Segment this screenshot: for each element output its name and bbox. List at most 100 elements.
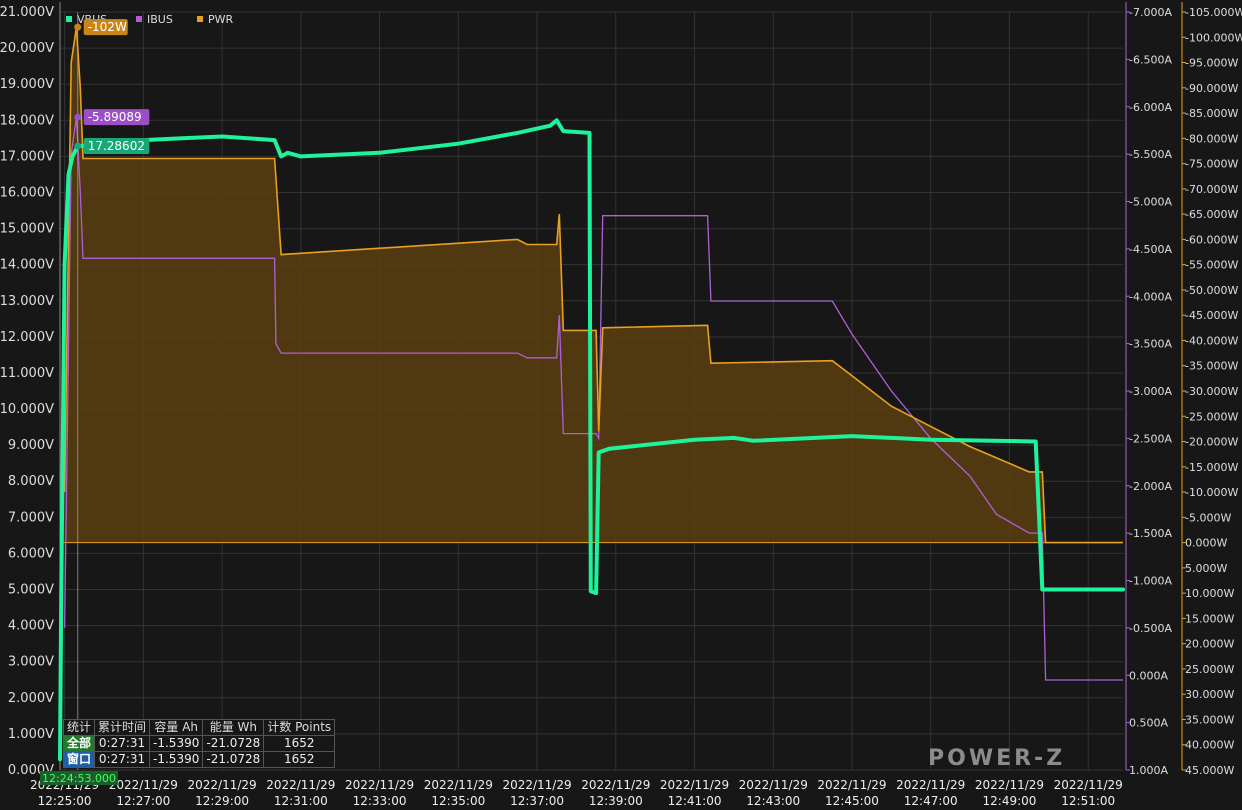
pwr-tick-label: 40.000W xyxy=(1185,739,1234,752)
pwr-tick-label: 5.000W xyxy=(1185,562,1227,575)
vbus-tick-label: 20.000V xyxy=(0,41,54,56)
vbus-tick-label: 3.000V xyxy=(8,655,54,670)
pwr-tick-label: 25.000W xyxy=(1185,663,1234,676)
vbus-marker-value: 17.28602 xyxy=(88,139,145,153)
legend-label: PWR xyxy=(208,13,234,26)
stats-cell: -21.0728 xyxy=(202,735,265,752)
x-tick-date: 2022/11/29 xyxy=(502,778,571,792)
pwr-tick-label: 30.000W xyxy=(1185,688,1234,701)
vbus-tick-label: 5.000V xyxy=(8,583,54,598)
vbus-tick-label: 13.000V xyxy=(0,294,54,309)
vbus-tick-label: 12.000V xyxy=(0,330,54,345)
pwr-tick-label: 10.000W xyxy=(1185,587,1234,600)
vbus-tick-label: 11.000V xyxy=(0,366,54,381)
x-tick-time: 12:51:00 xyxy=(1061,794,1115,808)
x-tick-date: 2022/11/29 xyxy=(424,778,493,792)
pwr-tick-label: -20.000W xyxy=(1185,436,1238,449)
pwr-tick-label: -60.000W xyxy=(1185,233,1238,246)
pwr-tick-label: -40.000W xyxy=(1185,334,1238,347)
x-tick-date: 2022/11/29 xyxy=(345,778,414,792)
ibus-tick-label: -5.000A xyxy=(1129,196,1172,209)
x-tick-time: 12:35:00 xyxy=(431,794,485,808)
ibus-tick-label: -6.000A xyxy=(1129,101,1172,114)
stats-row-all: 全部 0:27:31 -1.5390 -21.0728 1652 xyxy=(62,735,336,752)
x-tick-time: 12:41:00 xyxy=(668,794,722,808)
stats-cell: 0:27:31 xyxy=(94,735,151,752)
power-z-logo: POWER-Z xyxy=(928,746,1066,771)
cursor-time-label: 12:24:53.000 xyxy=(42,772,116,785)
pwr-tick-label: -25.000W xyxy=(1185,410,1238,423)
x-tick-date: 2022/11/29 xyxy=(1054,778,1123,792)
stats-header-cell: 统计 xyxy=(62,719,96,736)
legend-swatch xyxy=(136,16,142,22)
stats-header-cell: 能量 Wh xyxy=(202,719,265,736)
x-tick-time: 12:31:00 xyxy=(274,794,328,808)
x-tick-date: 2022/11/29 xyxy=(660,778,729,792)
power-chart[interactable]: 0.000V1.000V2.000V3.000V4.000V5.000V6.00… xyxy=(0,0,1242,810)
x-tick-date: 2022/11/29 xyxy=(187,778,256,792)
vbus-tick-label: 8.000V xyxy=(8,474,54,489)
stats-cell: -21.0728 xyxy=(202,751,265,768)
vbus-tick-label: 19.000V xyxy=(0,77,54,92)
stats-header-cell: 累计时间 xyxy=(94,719,151,736)
stats-header-row: 统计 累计时间 容量 Ah 能量 Wh 计数 Points xyxy=(62,719,336,736)
stats-row-label: 窗口 xyxy=(62,751,96,768)
x-tick-time: 12:49:00 xyxy=(983,794,1037,808)
ibus-tick-label: 0.000A xyxy=(1129,669,1168,682)
vbus-tick-label: 21.000V xyxy=(0,5,54,20)
pwr-tick-label: 45.000W xyxy=(1185,764,1234,777)
ibus-tick-label: -5.500A xyxy=(1129,148,1172,161)
pwr-tick-label: -105.000W xyxy=(1185,6,1242,19)
stats-row-window: 窗口 0:27:31 -1.5390 -21.0728 1652 xyxy=(62,751,336,768)
vbus-tick-label: 14.000V xyxy=(0,258,54,273)
ibus-tick-label: 0.500A xyxy=(1129,717,1168,730)
pwr-tick-label: -45.000W xyxy=(1185,309,1238,322)
ibus-tick-label: -2.500A xyxy=(1129,432,1172,445)
x-tick-date: 2022/11/29 xyxy=(266,778,335,792)
pwr-tick-label: -70.000W xyxy=(1185,183,1238,196)
stats-row-label: 全部 xyxy=(62,735,96,752)
ibus-tick-label: -4.000A xyxy=(1129,290,1172,303)
pwr-tick-label: -15.000W xyxy=(1185,461,1238,474)
vbus-tick-label: 7.000V xyxy=(8,510,54,525)
x-tick-time: 12:25:00 xyxy=(38,794,92,808)
pwr-tick-label: 35.000W xyxy=(1185,713,1234,726)
stats-cell: -1.5390 xyxy=(149,735,204,752)
pwr-marker-dot xyxy=(74,23,82,31)
x-tick-date: 2022/11/29 xyxy=(975,778,1044,792)
vbus-tick-label: 4.000V xyxy=(8,619,54,634)
pwr-tick-label: -100.000W xyxy=(1185,31,1242,44)
legend-swatch xyxy=(66,16,72,22)
stats-cell: 0:27:31 xyxy=(94,751,151,768)
stats-table: 统计 累计时间 容量 Ah 能量 Wh 计数 Points 全部 0:27:31… xyxy=(62,719,336,768)
vbus-tick-label: 10.000V xyxy=(0,402,54,417)
stats-cell: 1652 xyxy=(263,735,336,752)
legend-label: IBUS xyxy=(147,13,173,26)
vbus-tick-label: 15.000V xyxy=(0,222,54,237)
pwr-tick-label: -35.000W xyxy=(1185,360,1238,373)
x-tick-date: 2022/11/29 xyxy=(896,778,965,792)
pwr-tick-label: 0.000W xyxy=(1185,537,1227,550)
pwr-tick-label: -5.000W xyxy=(1185,511,1231,524)
stats-header-cell: 容量 Ah xyxy=(149,719,204,736)
x-tick-time: 12:39:00 xyxy=(589,794,643,808)
ibus-tick-label: -0.500A xyxy=(1129,622,1172,635)
ibus-tick-label: -3.000A xyxy=(1129,385,1172,398)
ibus-tick-label: 1.000A xyxy=(1129,764,1168,777)
pwr-tick-label: -95.000W xyxy=(1185,57,1238,70)
x-tick-time: 12:47:00 xyxy=(904,794,958,808)
ibus-tick-label: -7.000A xyxy=(1129,6,1172,19)
ibus-tick-label: -2.000A xyxy=(1129,480,1172,493)
x-tick-time: 12:45:00 xyxy=(825,794,879,808)
vbus-tick-label: 18.000V xyxy=(0,113,54,128)
ibus-marker-value: -5.89089 xyxy=(88,110,142,124)
pwr-tick-label: -30.000W xyxy=(1185,385,1238,398)
pwr-tick-label: -55.000W xyxy=(1185,259,1238,272)
pwr-tick-label: -50.000W xyxy=(1185,284,1238,297)
ibus-tick-label: -1.000A xyxy=(1129,575,1172,588)
pwr-marker-value: -102W xyxy=(88,20,127,34)
vbus-tick-label: 16.000V xyxy=(0,185,54,200)
x-tick-time: 12:33:00 xyxy=(353,794,407,808)
ibus-tick-label: -3.500A xyxy=(1129,338,1172,351)
pwr-tick-label: 20.000W xyxy=(1185,638,1234,651)
